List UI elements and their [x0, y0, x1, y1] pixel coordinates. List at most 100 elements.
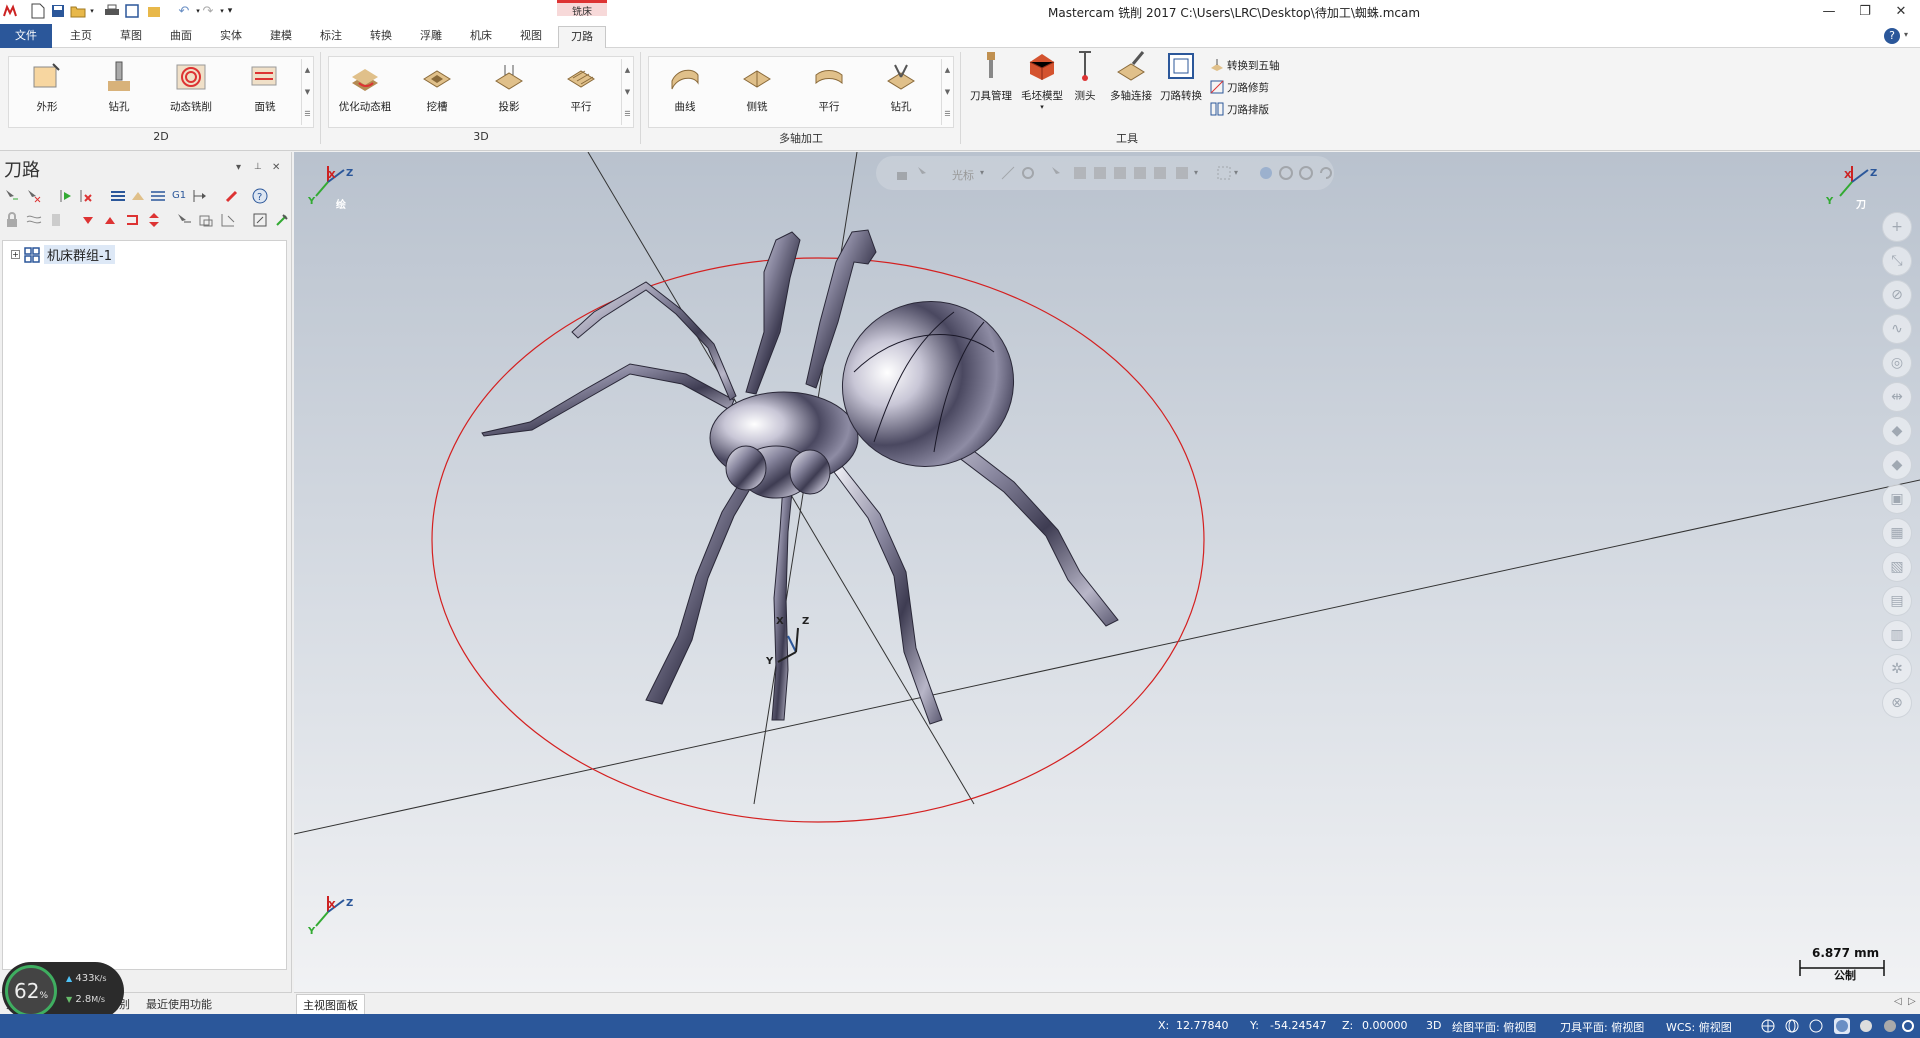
undo-selection-icon[interactable] [1318, 165, 1334, 181]
view-orbit-icon[interactable]: ◎ [1882, 348, 1912, 378]
tab-sketch[interactable]: 草图 [110, 24, 152, 48]
tab-solids[interactable]: 实体 [210, 24, 252, 48]
tool-plane-indicator[interactable]: 刀具平面: 俯视图 [1560, 1019, 1644, 1035]
scroll-right-icon[interactable]: ▷ [1908, 996, 1916, 1007]
select-solid-icon[interactable] [1092, 165, 1108, 181]
pocket-3d-button[interactable]: 挖槽 [407, 59, 467, 121]
gallery-scroll-3d[interactable]: ▲ ▼ ☰ [621, 59, 633, 125]
clear-color-icon[interactable]: ⊘ [1882, 280, 1912, 310]
ribbon-options-icon[interactable]: ▾ [1904, 30, 1908, 39]
parallel-3d-button[interactable]: 平行 [551, 59, 611, 121]
display-toolpath-icon[interactable] [198, 212, 214, 228]
help-circle-icon[interactable]: ? [252, 188, 268, 204]
toolpath-options-icon[interactable] [252, 212, 268, 228]
swarf-button[interactable]: 侧铣 [727, 59, 787, 121]
panel-dropdown-icon[interactable]: ▾ [236, 162, 241, 173]
grid-icon[interactable]: ▥ [1882, 620, 1912, 650]
toggle-display-icon[interactable] [26, 212, 42, 228]
restore-button[interactable]: ❐ [1850, 2, 1880, 22]
display-selected-icon[interactable] [176, 212, 192, 228]
select-body-icon[interactable] [1152, 165, 1168, 181]
configure-icon[interactable] [274, 212, 290, 228]
lock-icon[interactable] [4, 212, 20, 228]
nesting-button[interactable]: 刀路排版 [1210, 100, 1269, 118]
cursor-icon[interactable] [916, 165, 932, 181]
gallery-scroll-2d[interactable]: ▲ ▼ ☰ [301, 59, 313, 125]
machine-group-item[interactable]: + 机床群组-1 [11, 245, 115, 264]
move-down-icon[interactable] [80, 212, 96, 228]
convert-to-5axis-button[interactable]: 转换到五轴 [1210, 56, 1280, 74]
tab-home[interactable]: 主页 [60, 24, 102, 48]
high-feed-icon[interactable] [192, 188, 208, 204]
tool-manager-button[interactable]: 刀具管理 [962, 48, 1020, 110]
tab-transform[interactable]: 转换 [360, 24, 402, 48]
select-all-icon[interactable] [4, 188, 20, 204]
display-stock-icon[interactable] [220, 212, 236, 228]
measure-distance-icon[interactable]: ⇹ [1882, 382, 1912, 412]
curve-multiaxis-button[interactable]: 曲线 [655, 59, 715, 121]
shaded-icon[interactable] [1834, 1018, 1850, 1034]
chevron-down-icon[interactable]: ▾ [980, 165, 996, 181]
settings-gear-icon[interactable]: ✲ [1882, 654, 1912, 684]
zoom-fit-icon[interactable]: ⤡ [1882, 246, 1912, 276]
move-insert-icon[interactable] [124, 212, 140, 228]
z-coord-value[interactable]: 0.00000 [1362, 1019, 1408, 1032]
tab-relief[interactable]: 浮雕 [410, 24, 452, 48]
regenerate-dirty-icon[interactable] [78, 188, 94, 204]
customize-toolbar-icon[interactable]: ▾ [222, 3, 238, 19]
globe-icon[interactable] [1760, 1018, 1776, 1034]
gallery-scroll-multiaxis[interactable]: ▲ ▼ ☰ [941, 59, 953, 125]
level-manager-icon[interactable]: ▤ [1882, 586, 1912, 616]
probe-button[interactable]: 测头 [1062, 48, 1108, 110]
move-up-icon[interactable] [102, 212, 118, 228]
simulator-icon[interactable] [150, 188, 166, 204]
stock-display-icon[interactable]: ▦ [1882, 518, 1912, 548]
select-face-icon[interactable] [1112, 165, 1128, 181]
optirough-button[interactable]: 优化动态粗 [335, 59, 395, 121]
close-button[interactable]: ✕ [1886, 2, 1916, 22]
contour-button[interactable]: 外形 [17, 59, 77, 121]
settings-gear-icon[interactable] [1020, 165, 1036, 181]
chevron-down-icon[interactable]: ▾ [1234, 165, 1250, 181]
select-invalid-icon[interactable] [26, 188, 42, 204]
lock-icon[interactable] [894, 165, 910, 181]
shaded-edges-icon[interactable] [1858, 1018, 1874, 1034]
x-coord-value[interactable]: 12.77840 [1176, 1019, 1229, 1032]
drill-button[interactable]: 钻孔 [89, 59, 149, 121]
settings-gear-icon[interactable] [1900, 1018, 1916, 1034]
refresh-icon[interactable] [1298, 165, 1314, 181]
select-verify-icon[interactable] [1258, 165, 1274, 181]
select-chain-icon[interactable] [1072, 165, 1088, 181]
tab-model-prep[interactable]: 建模 [260, 24, 302, 48]
show-entity-icon[interactable]: ◆ [1882, 450, 1912, 480]
drill-multiaxis-button[interactable]: 钻孔 [871, 59, 931, 121]
mode-3d-toggle[interactable]: 3D [1426, 1019, 1441, 1032]
chevron-down-icon[interactable]: ▾ [1194, 165, 1210, 181]
screenshot-icon[interactable]: ▣ [1882, 484, 1912, 514]
parallel-multiaxis-button[interactable]: 平行 [799, 59, 859, 121]
scroll-left-icon[interactable]: ◁ [1894, 996, 1902, 1007]
hidden-line-icon[interactable] [1808, 1018, 1824, 1034]
analyze-curve-icon[interactable]: ∿ [1882, 314, 1912, 344]
wireframe-icon[interactable] [1784, 1018, 1800, 1034]
snap-icon[interactable] [1000, 165, 1016, 181]
new-file-icon[interactable] [30, 3, 46, 19]
tab-toolpaths[interactable]: 刀路 [558, 26, 606, 49]
cancel-icon[interactable]: ⊗ [1882, 688, 1912, 718]
tab-surfaces[interactable]: 曲面 [160, 24, 202, 48]
save-icon[interactable] [50, 3, 66, 19]
toolpath-tree[interactable]: + 机床群组-1 [2, 240, 287, 970]
multiaxis-linking-button[interactable]: 多轴连接 [1104, 48, 1158, 110]
edit-tool-icon[interactable] [224, 188, 240, 204]
y-coord-value[interactable]: -54.24547 [1270, 1019, 1326, 1032]
graphics-viewport[interactable]: X Z Y 绘 X Z Y 刀 X Z Y X Z Y 光标 ▾ ▾ ▾ + ⤡… [294, 152, 1920, 992]
zoom-in-icon[interactable]: + [1882, 212, 1912, 242]
clear-selection-icon[interactable] [1278, 165, 1294, 181]
regenerate-selected-icon[interactable] [58, 188, 74, 204]
verify-toolpath-icon[interactable] [130, 188, 146, 204]
draw-plane-indicator[interactable]: 绘图平面: 俯视图 [1452, 1019, 1536, 1035]
select-edge-icon[interactable] [1132, 165, 1148, 181]
tab-recent-functions[interactable]: 最近使用功能 [146, 996, 212, 1012]
network-speed-widget[interactable]: 62% ▲ 433K/s ▼ 2.8M/s [2, 962, 124, 1020]
face-mill-button[interactable]: 面铣 [235, 59, 295, 121]
